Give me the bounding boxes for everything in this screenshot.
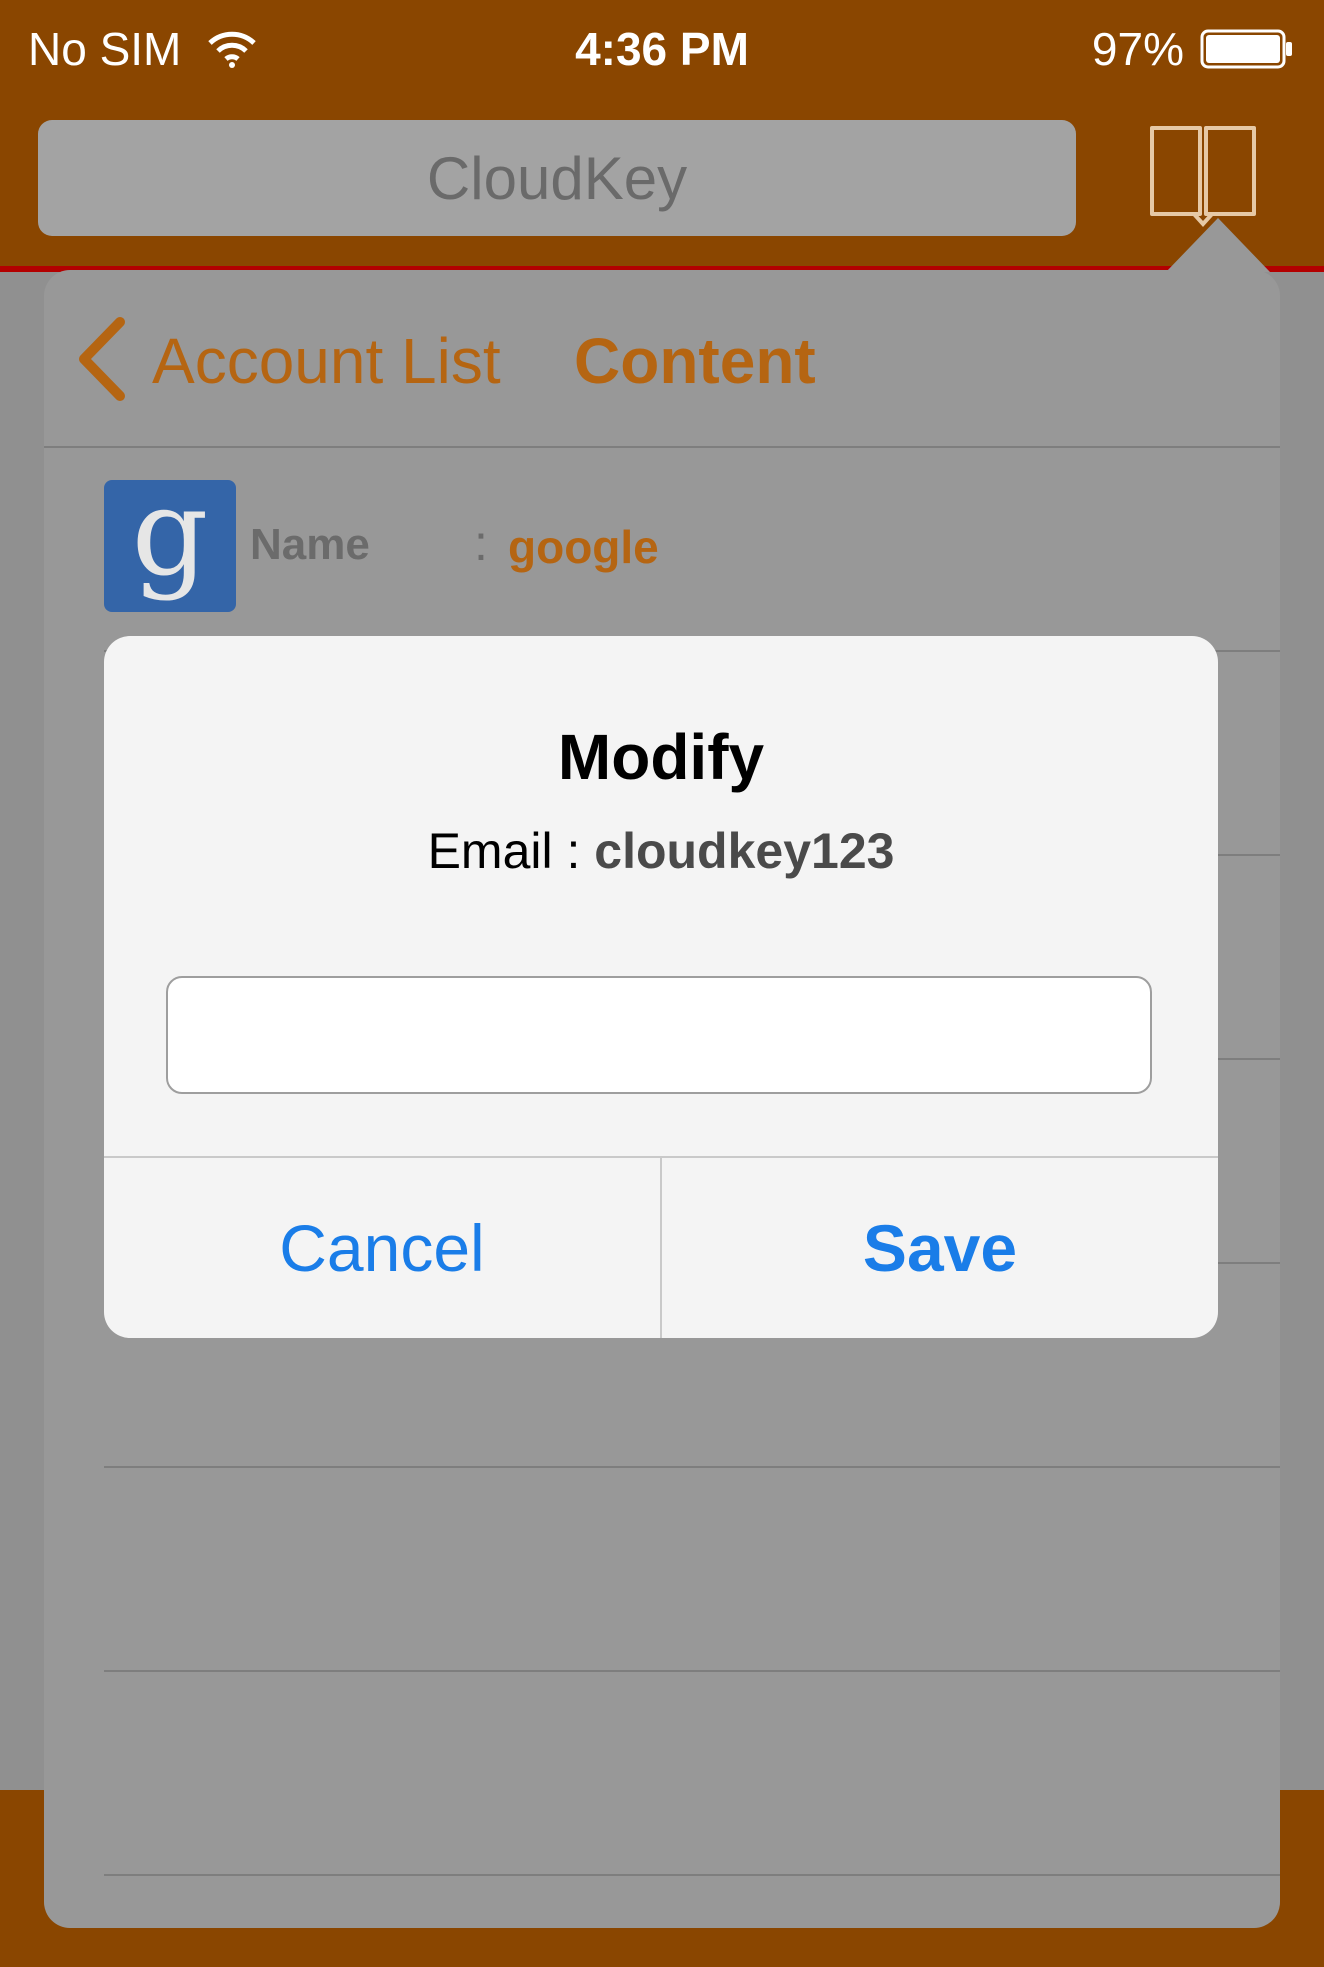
status-bar: No SIM 4:36 PM 97% — [0, 0, 1324, 100]
battery-percent: 97% — [1091, 23, 1184, 75]
name-label: Name — [250, 520, 370, 569]
save-button[interactable]: Save — [662, 1158, 1218, 1338]
name-colon: : — [474, 515, 488, 571]
alert-message: Email : cloudkey123 — [104, 822, 1218, 880]
battery-icon — [1200, 29, 1292, 69]
name-value: google — [508, 521, 659, 573]
back-button[interactable]: Account List — [152, 324, 501, 398]
alert-title: Modify — [557, 721, 765, 793]
popover-header: Account List Content — [44, 270, 1280, 448]
page-title: Content — [574, 325, 816, 397]
search-field-text: CloudKey — [426, 144, 688, 212]
row-divider — [104, 1874, 1280, 1876]
modify-alert: Modify Email : cloudkey123 Cancel Save — [104, 636, 1218, 1338]
modify-input[interactable] — [166, 976, 1152, 1094]
bookmarks-icon[interactable] — [1146, 122, 1260, 228]
row-divider — [104, 1466, 1280, 1468]
cancel-button[interactable]: Cancel — [104, 1158, 660, 1338]
nav-bar: CloudKey — [0, 100, 1324, 270]
status-right: 97% — [1092, 22, 1294, 76]
search-field[interactable]: CloudKey — [38, 120, 1076, 236]
popover-arrow — [1166, 218, 1270, 272]
alert-message-label: Email : — [427, 823, 595, 879]
google-logo: g — [104, 474, 236, 612]
alert-message-value: cloudkey123 — [594, 823, 895, 879]
row-divider — [104, 1670, 1280, 1672]
chevron-left-icon[interactable] — [74, 316, 130, 402]
